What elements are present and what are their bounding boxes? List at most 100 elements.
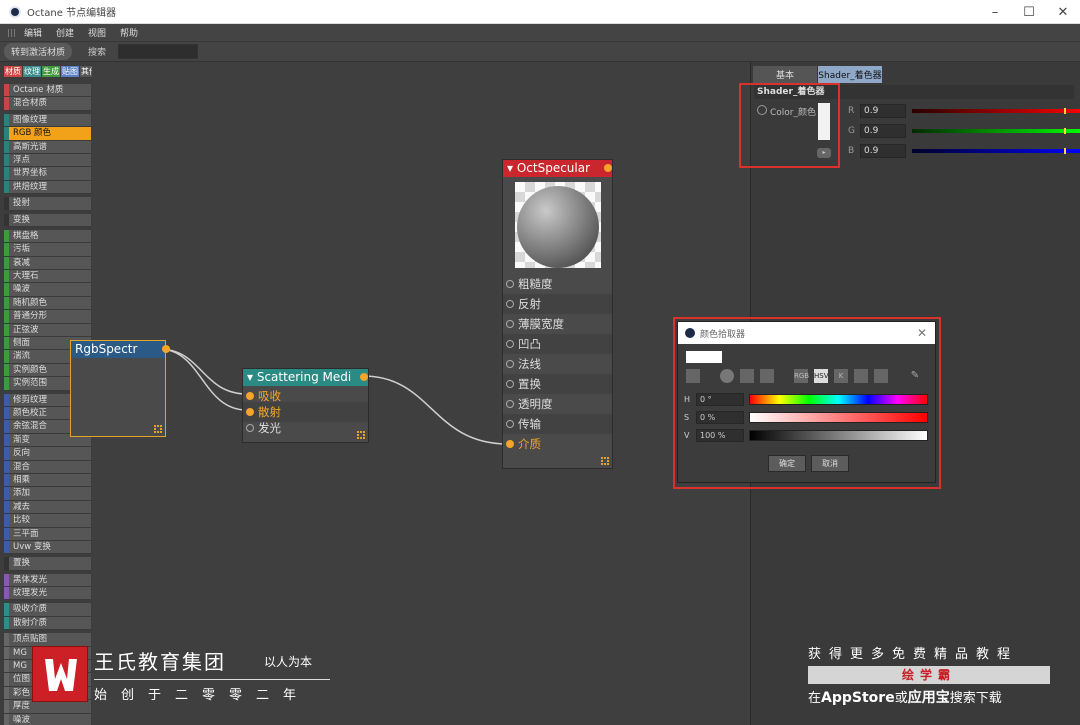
minimize-button[interactable]: –	[978, 0, 1012, 24]
channel-value-input[interactable]: 0.9	[860, 104, 906, 118]
palette-item[interactable]: 三平面	[4, 527, 91, 541]
port-label: 反射	[518, 297, 541, 311]
palette-item[interactable]: 散射介质	[4, 616, 91, 631]
menu-help[interactable]: 帮助	[120, 26, 138, 39]
port-dot[interactable]	[506, 400, 514, 408]
palette-item[interactable]: 变换	[4, 213, 91, 227]
palette-item[interactable]: 噪波	[4, 283, 91, 297]
palette-item[interactable]: 黑体发光	[4, 573, 91, 588]
palette-item[interactable]: 投射	[4, 197, 91, 211]
palette-item[interactable]: 吸收介质	[4, 603, 91, 617]
port-dot[interactable]	[506, 320, 514, 328]
specular-port[interactable]: 法线	[503, 354, 612, 374]
node-resize-handle[interactable]	[154, 425, 162, 433]
emission-input-dot[interactable]	[246, 424, 254, 432]
palette-item[interactable]: 高斯光谱	[4, 140, 91, 154]
close-button[interactable]: ✕	[1046, 0, 1080, 24]
promo-banner: 绘学霸	[808, 666, 1050, 684]
port-dot[interactable]	[506, 280, 514, 288]
scattering-output-port[interactable]	[360, 373, 368, 381]
port-label: 粗糙度	[518, 277, 553, 291]
palette-item[interactable]: 反向	[4, 447, 91, 461]
menu-edit[interactable]: 编辑	[24, 26, 42, 39]
octane-app-icon	[9, 5, 21, 18]
maximize-button[interactable]: ☐	[1012, 0, 1046, 24]
specular-port[interactable]: 凹凸	[503, 334, 612, 354]
filter-2[interactable]: 生成	[42, 66, 60, 77]
go-to-active-material-button[interactable]: 转到激活材质	[4, 43, 73, 60]
toolbar: 转到激活材质 搜索	[0, 42, 1080, 62]
slider-knob[interactable]	[1064, 108, 1066, 114]
oct-specular-node[interactable]: ▾ OctSpecular 粗糙度 反射 薄膜宽度 凹凸 法线 置换 透明度 传输 介质	[502, 159, 613, 469]
palette-item[interactable]: 比较	[4, 514, 91, 528]
wangshi-logo	[32, 646, 88, 702]
filter-1[interactable]: 纹理	[23, 66, 41, 77]
scatter-input-dot[interactable]	[246, 408, 254, 416]
palette-item[interactable]: 混合材质	[4, 97, 91, 111]
palette-item[interactable]: 随机颜色	[4, 296, 91, 311]
palette-item[interactable]: 图像纹理	[4, 113, 91, 128]
palette-item[interactable]: 顶点贴图	[4, 633, 91, 647]
brand-divider	[94, 679, 330, 680]
slider-knob[interactable]	[1064, 128, 1066, 134]
channel-slider[interactable]	[912, 108, 1080, 114]
port-dot[interactable]	[506, 360, 514, 368]
palette-item[interactable]: 棋盘格	[4, 229, 91, 244]
palette-item[interactable]: 纹理发光	[4, 587, 91, 601]
palette-item[interactable]: 浮点	[4, 153, 91, 168]
node-resize-handle[interactable]	[601, 457, 609, 465]
palette-item[interactable]: 正弦波	[4, 323, 91, 338]
specular-port[interactable]: 反射	[503, 294, 612, 314]
palette-item[interactable]: 混合	[4, 460, 91, 474]
node-canvas[interactable]: RgbSpectr ▾ Scattering Medi 吸收 散射 发光 ▾ O…	[70, 62, 750, 725]
absorb-input-dot[interactable]	[246, 392, 254, 400]
rgb-spectrum-node[interactable]: RgbSpectr	[70, 340, 170, 437]
palette-item[interactable]: 普通分形	[4, 310, 91, 324]
port-dot[interactable]	[506, 420, 514, 428]
palette-item[interactable]: 衰减	[4, 256, 91, 271]
slider-knob[interactable]	[1064, 148, 1066, 154]
palette-item[interactable]: 噪波	[4, 713, 91, 725]
palette-item[interactable]: Octane 材质	[4, 84, 91, 98]
palette-item[interactable]: 相乘	[4, 473, 91, 488]
channel-label: G	[848, 126, 855, 136]
palette-item[interactable]: RGB 颜色	[4, 127, 91, 141]
scattering-medium-node[interactable]: ▾ Scattering Medi 吸收 散射 发光	[242, 368, 369, 443]
filter-3[interactable]: 贴图	[61, 66, 79, 77]
filter-0[interactable]: 材质	[4, 66, 22, 77]
menu-create[interactable]: 创建	[56, 26, 74, 39]
palette-item[interactable]: 减去	[4, 500, 91, 515]
palette-item[interactable]: 大理石	[4, 270, 91, 284]
search-input[interactable]	[118, 44, 199, 59]
palette-item[interactable]: Uvw 变换	[4, 540, 91, 555]
palette-item[interactable]: 世界坐标	[4, 167, 91, 181]
port-label: 介质	[518, 437, 541, 451]
tab-basic[interactable]: 基本	[753, 66, 817, 83]
channel-value-input[interactable]: 0.9	[860, 144, 906, 158]
port-dot[interactable]	[506, 380, 514, 388]
specular-port[interactable]: 传输	[503, 414, 612, 434]
tab-shader[interactable]: Shader_着色器	[818, 66, 882, 83]
scattering-node-title: ▾ Scattering Medi	[243, 369, 368, 386]
palette-item[interactable]: 置换	[4, 557, 91, 571]
palette-item[interactable]: 烘焙纹理	[4, 180, 91, 195]
menu-view[interactable]: 视图	[88, 26, 106, 39]
specular-port[interactable]: 置换	[503, 374, 612, 394]
palette-item[interactable]: 添加	[4, 487, 91, 501]
channel-value-input[interactable]: 0.9	[860, 124, 906, 138]
rgb-output-port[interactable]	[162, 345, 170, 353]
channel-slider[interactable]	[912, 148, 1080, 154]
specular-port[interactable]: 粗糙度	[503, 274, 612, 294]
specular-output-port[interactable]	[604, 164, 612, 172]
specular-port[interactable]: 透明度	[503, 394, 612, 414]
port-dot[interactable]	[506, 300, 514, 308]
specular-port[interactable]: 薄膜宽度	[503, 314, 612, 334]
grip-icon	[8, 28, 16, 37]
specular-port[interactable]: 介质	[503, 434, 612, 454]
palette-item[interactable]: 污垢	[4, 243, 91, 257]
node-resize-handle[interactable]	[357, 431, 365, 439]
port-dot[interactable]	[506, 340, 514, 348]
port-emission[interactable]: 发光	[243, 418, 368, 438]
port-dot[interactable]	[506, 440, 514, 448]
channel-slider[interactable]	[912, 128, 1080, 134]
